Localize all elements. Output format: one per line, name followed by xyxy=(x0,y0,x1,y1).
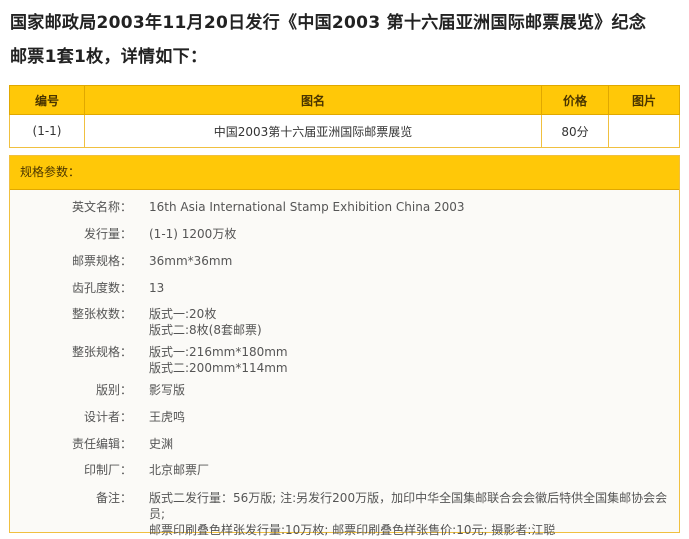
spec-value: (1-1) 1200万枚 xyxy=(149,227,237,241)
spec-value-line: 版式一:216mm*180mm xyxy=(149,345,288,359)
cell-price: 80分 xyxy=(541,114,609,148)
spec-value-line: 版式二:8枚(8套邮票) xyxy=(149,323,262,337)
spec-label: 版别： xyxy=(95,383,132,397)
spec-value: 版式一:20枚 版式二:8枚(8套邮票) xyxy=(149,306,677,338)
spec-label: 整张规格： xyxy=(71,345,132,359)
header-image: 图片 xyxy=(608,85,680,115)
spec-label: 整张枚数： xyxy=(71,307,132,321)
spec-value: 36mm*36mm xyxy=(149,254,233,268)
spec-panel: 规格参数： 英文名称： 16th Asia International Stam… xyxy=(9,155,680,537)
spec-value-line: 版式一:20枚 xyxy=(149,307,217,321)
spec-label: 邮票规格： xyxy=(71,254,132,268)
spec-value: 王虎鸣 xyxy=(149,410,186,424)
table-row: (1-1) 中国2003第十六届亚洲国际邮票展览 80分 xyxy=(9,114,680,148)
cell-name: 中国2003第十六届亚洲国际邮票展览 xyxy=(84,114,542,148)
table-header-row: 编号 图名 价格 图片 xyxy=(9,85,680,115)
spec-label: 备注： xyxy=(95,491,132,505)
headline-line-1: 国家邮政局2003年11月20日发行《中国2003 第十六届亚洲国际邮票展览》纪… xyxy=(10,13,647,33)
stamp-table: 编号 图名 价格 图片 (1-1) 中国2003第十六届亚洲国际邮票展览 80分 xyxy=(9,85,680,148)
spec-value-line: 版式二发行量：56万版; 注:另发行200万版，加印中华全国集邮联合会会徽后特供… xyxy=(149,491,668,521)
spec-label: 印制厂： xyxy=(83,463,132,477)
header-price: 价格 xyxy=(541,85,609,115)
header-name: 图名 xyxy=(84,85,542,115)
spec-value-line: 版式二:200mm*114mm xyxy=(149,361,288,375)
header-number: 编号 xyxy=(9,85,85,115)
cell-image xyxy=(608,114,680,148)
spec-label: 设计者： xyxy=(83,410,132,424)
spec-label: 英文名称： xyxy=(71,200,132,214)
spec-value: 史渊 xyxy=(149,437,174,451)
spec-value-line: 邮票印刷叠色样张发行量:10万枚; 邮票印刷叠色样张售价:10元; 摄影者:江聪 xyxy=(149,523,556,537)
spec-label: 发行量： xyxy=(83,227,132,241)
spec-label: 齿孔度数： xyxy=(71,281,132,295)
spec-value: 影写版 xyxy=(149,383,186,397)
spec-value: 版式一:216mm*180mm 版式二:200mm*114mm xyxy=(149,344,677,376)
spec-label: 责任编辑： xyxy=(71,437,132,451)
cell-number: (1-1) xyxy=(9,114,85,148)
spec-value: 13 xyxy=(149,281,165,295)
spec-value: 北京邮票厂 xyxy=(149,463,210,477)
spec-title: 规格参数： xyxy=(10,156,679,190)
spec-value: 版式二发行量：56万版; 注:另发行200万版，加印中华全国集邮联合会会徽后特供… xyxy=(149,490,677,538)
headline-line-2: 邮票1套1枚，详情如下： xyxy=(10,47,208,67)
spec-value: 16th Asia International Stamp Exhibition… xyxy=(149,200,465,214)
page-headline: 国家邮政局2003年11月20日发行《中国2003 第十六届亚洲国际邮票展览》纪… xyxy=(10,6,682,74)
